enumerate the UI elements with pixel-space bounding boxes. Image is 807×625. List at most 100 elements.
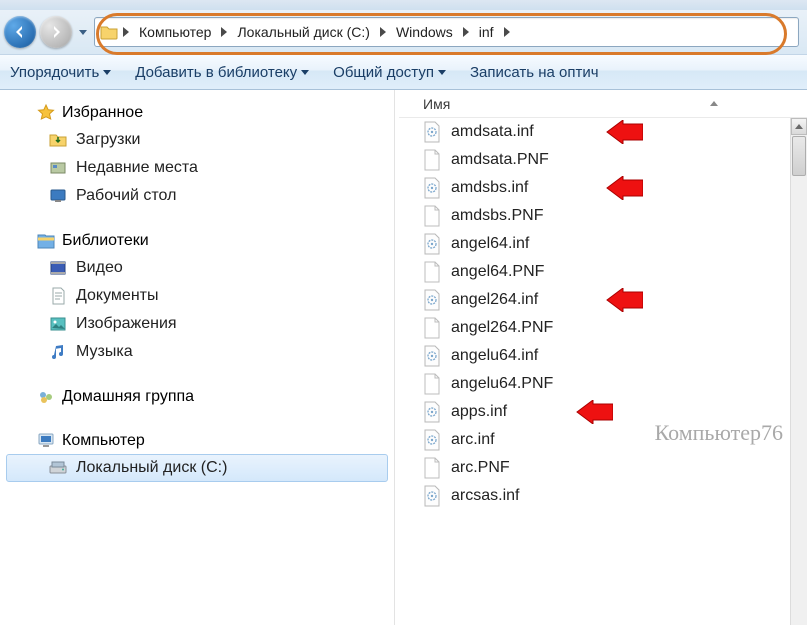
recent-places-icon <box>48 158 68 178</box>
computer-icon <box>36 431 56 451</box>
chevron-down-icon <box>438 70 446 75</box>
file-row[interactable]: angel264.inf <box>399 286 807 314</box>
file-name-label: angel64.PNF <box>451 263 544 281</box>
address-bar-area: Компьютер Локальный диск (C:) Windows in… <box>0 10 807 54</box>
caret-icon <box>18 391 30 403</box>
file-row[interactable]: amdsata.inf <box>399 118 807 146</box>
file-name-label: angelu64.PNF <box>451 375 553 393</box>
file-row[interactable]: angel64.inf <box>399 230 807 258</box>
pnf-file-icon <box>423 373 441 395</box>
homegroup-icon <box>36 387 56 407</box>
nav-back-button[interactable] <box>4 16 36 48</box>
sidebar-libraries[interactable]: Библиотеки <box>6 228 388 254</box>
sidebar-libraries-label: Библиотеки <box>62 232 149 250</box>
inf-file-icon <box>423 177 441 199</box>
sidebar-favorites-label: Избранное <box>62 104 143 122</box>
file-row[interactable]: angel264.PNF <box>399 314 807 342</box>
toolbar-organize[interactable]: Упорядочить <box>10 64 111 81</box>
scroll-thumb[interactable] <box>792 136 806 176</box>
file-row[interactable]: amdsata.PNF <box>399 146 807 174</box>
file-row[interactable]: apps.inf <box>399 398 807 426</box>
file-row[interactable]: amdsbs.PNF <box>399 202 807 230</box>
sidebar-item-label: Видео <box>76 259 123 277</box>
nav-history-dropdown[interactable] <box>76 20 90 44</box>
inf-file-icon <box>423 345 441 367</box>
toolbar: Упорядочить Добавить в библиотеку Общий … <box>0 54 807 90</box>
sidebar-item-desktop[interactable]: Рабочий стол <box>6 182 388 210</box>
sidebar-computer-label: Компьютер <box>62 432 145 450</box>
file-row[interactable]: arc.PNF <box>399 454 807 482</box>
caret-icon <box>18 235 30 247</box>
libraries-icon <box>36 231 56 251</box>
sidebar-item-local-disk-c[interactable]: Локальный диск (C:) <box>6 454 388 482</box>
file-name-label: apps.inf <box>451 403 507 421</box>
breadcrumb-root-arrow[interactable] <box>119 19 133 45</box>
address-breadcrumb-bar[interactable]: Компьютер Локальный диск (C:) Windows in… <box>94 17 799 47</box>
file-name-label: angelu64.inf <box>451 347 538 365</box>
sidebar-item-label: Документы <box>76 287 158 305</box>
file-name-label: angel264.inf <box>451 291 538 309</box>
column-sort-icon[interactable] <box>710 101 718 106</box>
file-name-label: amdsata.PNF <box>451 151 549 169</box>
breadcrumb-arrow[interactable] <box>500 19 514 45</box>
sidebar-item-label: Локальный диск (C:) <box>76 459 227 477</box>
file-name-label: arcsas.inf <box>451 487 519 505</box>
inf-file-icon <box>423 121 441 143</box>
file-name-label: angel264.PNF <box>451 319 553 337</box>
breadcrumb-arrow[interactable] <box>376 19 390 45</box>
sidebar-favorites[interactable]: Избранное <box>6 100 388 126</box>
inf-file-icon <box>423 485 441 507</box>
sidebar-item-label: Музыка <box>76 343 133 361</box>
toolbar-share[interactable]: Общий доступ <box>333 64 446 81</box>
toolbar-add-library[interactable]: Добавить в библиотеку <box>135 64 309 81</box>
file-row[interactable]: amdsbs.inf <box>399 174 807 202</box>
sidebar-item-label: Рабочий стол <box>76 187 176 205</box>
breadcrumb-item[interactable]: inf <box>473 19 500 45</box>
sidebar-item-pictures[interactable]: Изображения <box>6 310 388 338</box>
breadcrumb-item[interactable]: Локальный диск (C:) <box>231 19 376 45</box>
sidebar-item-music[interactable]: Музыка <box>6 338 388 366</box>
pnf-file-icon <box>423 317 441 339</box>
sidebar-item-video[interactable]: Видео <box>6 254 388 282</box>
sidebar-homegroup-label: Домашняя группа <box>62 388 194 406</box>
file-name-label: angel64.inf <box>451 235 529 253</box>
inf-file-icon <box>423 429 441 451</box>
caret-icon <box>18 107 30 119</box>
caret-icon <box>18 435 30 447</box>
file-list-pane: Имя amdsata.inf amdsata.PNF amdsbs.inf amds… <box>395 90 807 625</box>
file-name-label: amdsbs.inf <box>451 179 528 197</box>
sidebar-item-label: Изображения <box>76 315 177 333</box>
sidebar-homegroup[interactable]: Домашняя группа <box>6 384 388 410</box>
folder-downloads-icon <box>48 130 68 150</box>
video-icon <box>48 258 68 278</box>
file-row[interactable]: angelu64.PNF <box>399 370 807 398</box>
music-icon <box>48 342 68 362</box>
window-glass-top <box>0 0 807 10</box>
file-row[interactable]: arc.inf <box>399 426 807 454</box>
sidebar-item-documents[interactable]: Документы <box>6 282 388 310</box>
inf-file-icon <box>423 233 441 255</box>
file-row[interactable]: angel64.PNF <box>399 258 807 286</box>
breadcrumb-arrow[interactable] <box>217 19 231 45</box>
breadcrumb-arrow[interactable] <box>459 19 473 45</box>
sidebar-item-recent[interactable]: Недавние места <box>6 154 388 182</box>
pnf-file-icon <box>423 457 441 479</box>
toolbar-burn[interactable]: Записать на оптич <box>470 64 599 81</box>
chevron-down-icon <box>301 70 309 75</box>
vertical-scrollbar[interactable] <box>790 118 807 625</box>
breadcrumb-item[interactable]: Компьютер <box>133 19 217 45</box>
nav-forward-button[interactable] <box>40 16 72 48</box>
pnf-file-icon <box>423 205 441 227</box>
sidebar-computer[interactable]: Компьютер <box>6 428 388 454</box>
breadcrumb-item[interactable]: Windows <box>390 19 459 45</box>
file-row[interactable]: angelu64.inf <box>399 342 807 370</box>
star-icon <box>36 103 56 123</box>
navigation-pane: Избранное Загрузки Недавние места Рабочи… <box>0 90 395 625</box>
column-header-row: Имя <box>399 90 807 118</box>
column-header-name[interactable]: Имя <box>423 96 450 112</box>
file-row[interactable]: arcsas.inf <box>399 482 807 510</box>
scroll-up-button[interactable] <box>791 118 807 135</box>
sidebar-item-downloads[interactable]: Загрузки <box>6 126 388 154</box>
chevron-down-icon <box>103 70 111 75</box>
toolbar-burn-label: Записать на оптич <box>470 64 599 81</box>
